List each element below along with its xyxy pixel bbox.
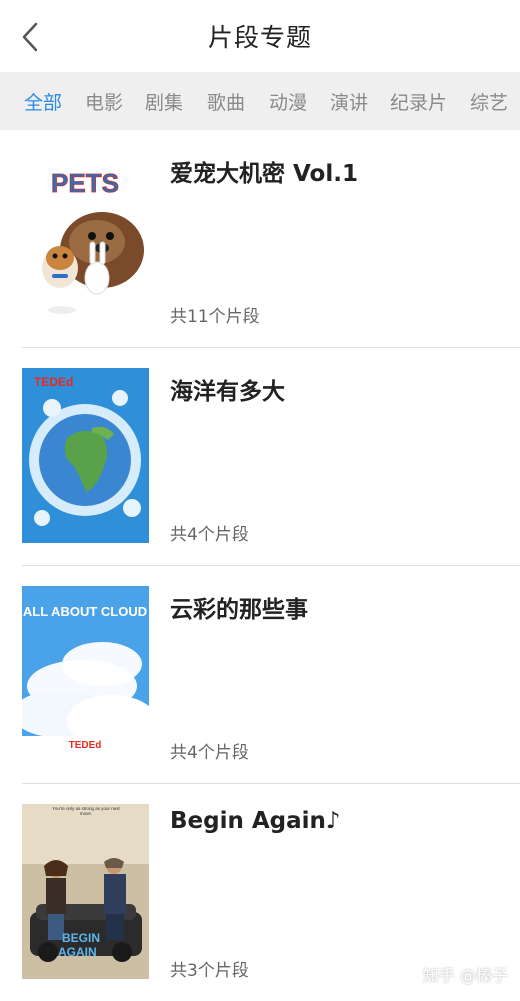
header: 片段专题	[0, 0, 520, 72]
list-item[interactable]: TEDEd 海洋有多大 共4个片段	[0, 348, 520, 565]
tab-anime[interactable]: 动漫	[269, 88, 307, 115]
poster-title-text: BEGIN AGAIN	[58, 931, 103, 959]
poster-image: PETS	[22, 150, 149, 325]
poster-logo-text: TEDEd	[34, 375, 73, 389]
clip-count: 共4个片段	[170, 525, 249, 545]
poster-title-text: ALL ABOUT CLOUD	[23, 604, 147, 619]
tab-speeches[interactable]: 演讲	[330, 88, 368, 115]
tab-movies[interactable]: 电影	[85, 88, 123, 115]
item-title: Begin Again♪	[170, 808, 341, 834]
tab-songs[interactable]: 歌曲	[207, 88, 245, 115]
list-item[interactable]: ALL ABOUT CLOUD TEDEd 云彩的那些事 共4个片段	[0, 566, 520, 783]
clip-count: 共11个片段	[170, 307, 260, 327]
poster-logo-text: PETS	[51, 168, 119, 198]
clip-count: 共3个片段	[170, 961, 249, 981]
poster-tagline: You're only as strong as your next move.	[52, 806, 120, 817]
item-title: 云彩的那些事	[170, 597, 308, 623]
list-item[interactable]: PETS 爱宠大机密 Vol.1 共11个片段	[0, 130, 520, 347]
tab-variety[interactable]: 综艺	[470, 88, 508, 115]
poster-logo-text: TEDEd	[69, 740, 102, 751]
poster-image: TEDEd	[22, 368, 149, 543]
tab-documentary[interactable]: 纪录片	[390, 88, 447, 115]
category-tab-bar: 全部 电影 剧集 歌曲 动漫 演讲 纪录片 综艺	[0, 72, 520, 130]
watermark: 知乎 @榛子	[422, 966, 508, 985]
poster-image: ALL ABOUT CLOUD TEDEd	[22, 586, 149, 761]
tab-all[interactable]: 全部	[24, 88, 62, 115]
poster-image: You're only as strong as your next move.…	[22, 804, 149, 979]
item-title: 海洋有多大	[170, 379, 285, 405]
clip-count: 共4个片段	[170, 743, 249, 763]
tab-series[interactable]: 剧集	[145, 88, 183, 115]
page-title: 片段专题	[207, 23, 312, 52]
item-title: 爱宠大机密 Vol.1	[170, 161, 358, 187]
